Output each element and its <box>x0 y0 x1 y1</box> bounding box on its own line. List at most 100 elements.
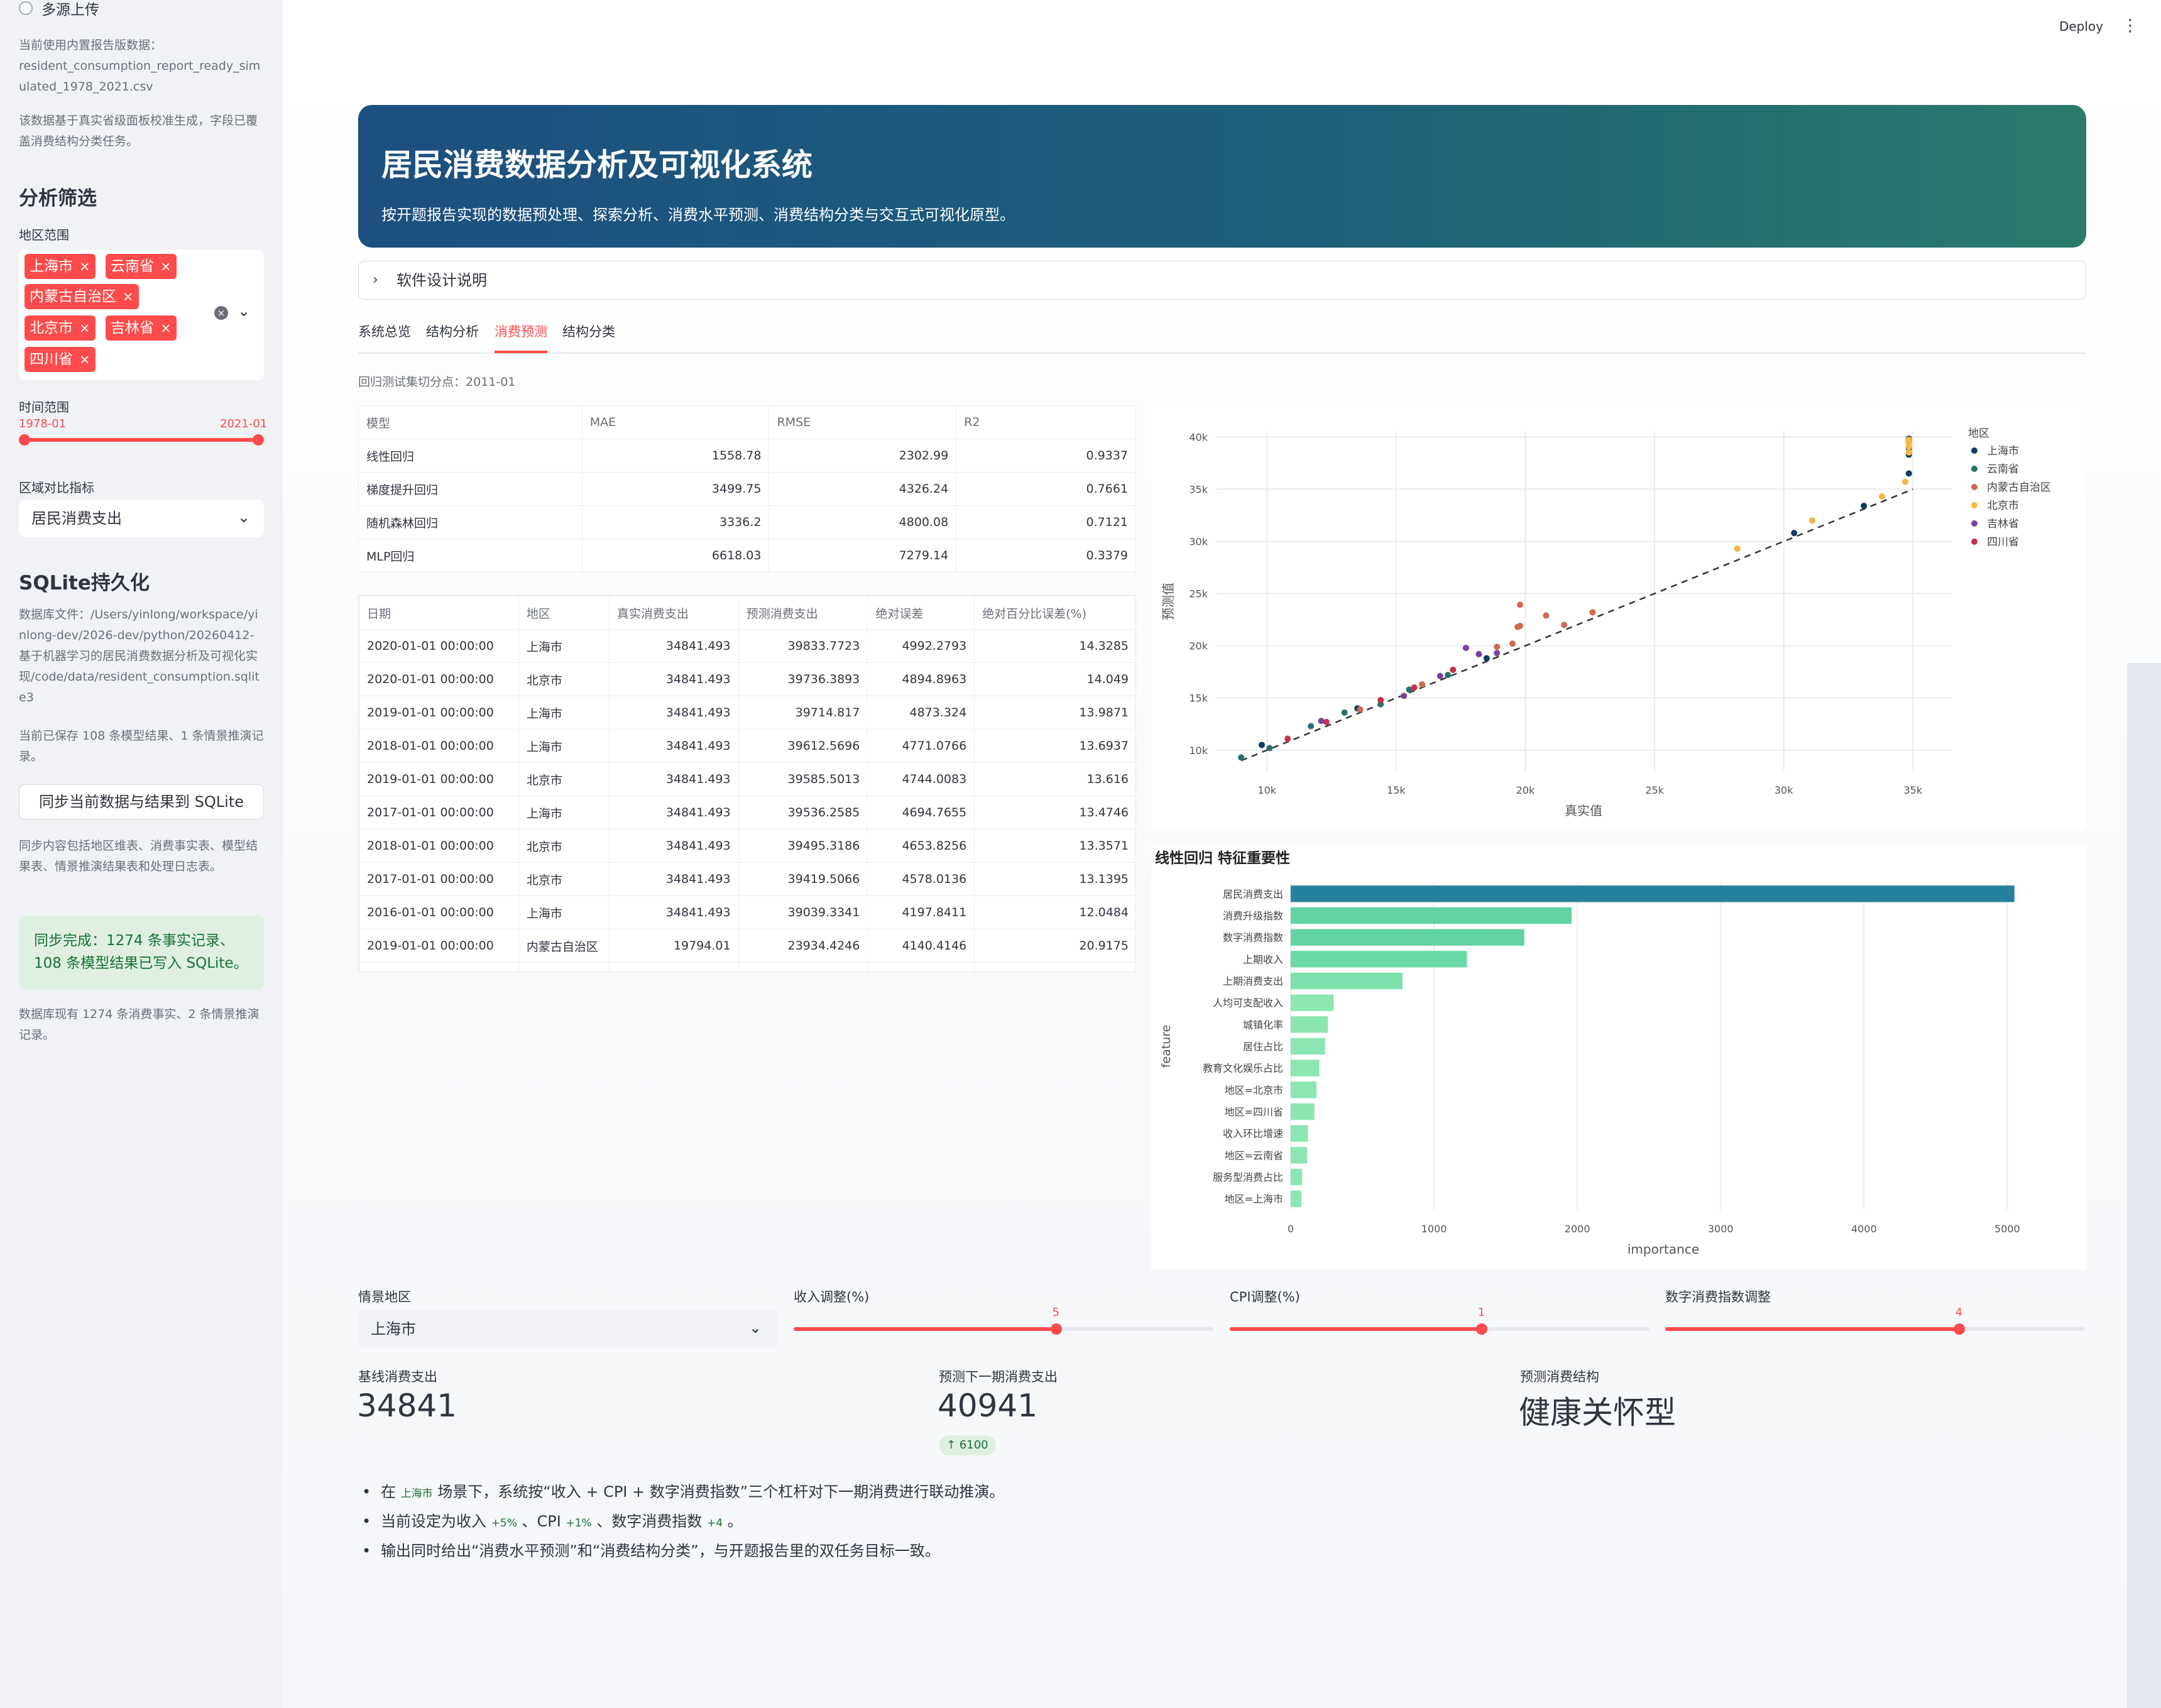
scatter-point[interactable] <box>1905 470 1912 477</box>
column-header[interactable]: 模型 <box>358 405 583 439</box>
region-tag[interactable]: 四川省 × <box>25 347 96 372</box>
table-row[interactable]: 2016-01-01 00:00:00北京市34841.49338515.595… <box>359 962 1135 972</box>
scatter-point[interactable] <box>1791 530 1798 537</box>
time-start-handle[interactable] <box>19 434 30 446</box>
scatter-point[interactable] <box>1462 644 1469 651</box>
scatter-point[interactable] <box>1517 601 1524 608</box>
importance-bar[interactable] <box>1291 951 1467 968</box>
table-row[interactable]: 2018-01-01 00:00:00 北京市 34841.493 39495.318… <box>359 829 1135 863</box>
importance-bar[interactable] <box>1291 972 1403 990</box>
scatter-point[interactable] <box>1341 709 1348 716</box>
scatter-point[interactable] <box>1589 609 1596 616</box>
region-tag[interactable]: 吉林省 × <box>106 315 177 341</box>
table-row[interactable]: 2016-01-01 00:00:00 上海市 34841.493 39039.334… <box>359 895 1135 929</box>
importance-bar[interactable] <box>1291 1103 1315 1120</box>
importance-bar[interactable] <box>1291 907 1572 924</box>
cpi-adjust-slider-handle[interactable] <box>1475 1323 1487 1335</box>
scatter-point[interactable] <box>1436 672 1443 679</box>
region-tag[interactable]: 内蒙古自治区 × <box>25 284 139 309</box>
scatter-point[interactable] <box>1543 612 1550 619</box>
importance-bar[interactable] <box>1291 1147 1308 1164</box>
scatter-point[interactable] <box>1483 655 1490 662</box>
region-tag[interactable]: 北京市 × <box>25 315 96 341</box>
legend-marker[interactable] <box>1971 447 1978 454</box>
scatter-point[interactable] <box>1905 449 1912 456</box>
compare-select[interactable]: 居民消费支出 ⌄ <box>19 500 264 537</box>
remove-tag-icon[interactable]: × <box>123 289 134 304</box>
income-adjust-slider-handle[interactable] <box>1050 1323 1062 1335</box>
scatter-point[interactable] <box>1878 493 1885 500</box>
scatter-point[interactable] <box>1509 640 1516 647</box>
chevron-down-icon[interactable]: ⌄ <box>238 498 250 536</box>
feature-importance-chart[interactable]: 线性回归 特征重要性 0 1000 2000 3000 4000 5000 居民消费支出消费升… <box>1151 844 2086 1269</box>
legend-marker[interactable] <box>1971 466 1978 472</box>
table-row[interactable]: 2019-01-01 00:00:00 上海市 34841.493 39714.817… <box>359 696 1135 730</box>
radio-multi-source-upload[interactable]: 多源上传 <box>19 0 99 18</box>
legend-marker[interactable] <box>1971 502 1978 508</box>
tab-forecast[interactable]: 消费预测 <box>495 322 547 341</box>
tab-structure-analysis[interactable]: 结构分析 <box>426 322 479 341</box>
region-multiselect[interactable]: 上海市 × 云南省 × 内蒙古自治区 × 北京市 × 吉林省 × 四川省 × × ⌄ <box>19 249 264 380</box>
remove-tag-icon[interactable]: × <box>160 259 172 274</box>
importance-bar[interactable] <box>1291 1190 1302 1207</box>
scatter-point[interactable] <box>1494 643 1501 650</box>
column-header[interactable]: 地区 <box>518 596 610 630</box>
scatter-point[interactable] <box>1377 697 1384 704</box>
scatter-point[interactable] <box>1284 735 1291 742</box>
digital-adjust-slider-handle[interactable] <box>1953 1323 1965 1335</box>
importance-bar[interactable] <box>1291 1037 1325 1055</box>
importance-bar[interactable] <box>1291 885 2015 902</box>
table-row[interactable]: 梯度提升回归 3499.75 4326.24 0.7661 <box>358 472 1136 506</box>
legend-marker[interactable] <box>1971 520 1978 527</box>
region-tag[interactable]: 云南省 × <box>106 254 177 279</box>
importance-bar[interactable] <box>1291 1168 1303 1186</box>
chevron-down-icon[interactable]: ⌄ <box>749 1309 762 1347</box>
importance-bar[interactable] <box>1291 929 1524 946</box>
scatter-chart[interactable]: 10k 15k 20k 25k 30k 35k 40k 10k 15k 20k 25k 30k 35k 真… <box>1151 405 2086 829</box>
table-row[interactable]: 2020-01-01 00:00:00 上海市 34841.493 39833.772… <box>359 629 1135 663</box>
legend-marker[interactable] <box>1971 539 1978 545</box>
legend-marker[interactable] <box>1971 484 1978 490</box>
scatter-point[interactable] <box>1445 672 1452 679</box>
scatter-point[interactable] <box>1323 718 1330 725</box>
scatter-point[interactable] <box>1259 742 1266 748</box>
chevron-right-icon[interactable]: › <box>373 261 378 299</box>
importance-bar[interactable] <box>1291 1125 1308 1142</box>
importance-bar[interactable] <box>1291 1081 1317 1098</box>
table-row[interactable]: 2019-01-01 00:00:00 北京市 34841.493 39585.501… <box>359 762 1135 796</box>
sync-sqlite-button[interactable]: 同步当前数据与结果到 SQLite <box>19 784 264 819</box>
scatter-point[interactable] <box>1450 666 1457 673</box>
more-menu-icon[interactable]: ⋮ <box>2122 16 2138 35</box>
scatter-point[interactable] <box>1808 517 1815 524</box>
tab-overview[interactable]: 系统总览 <box>358 322 411 341</box>
scatter-point[interactable] <box>1266 745 1273 752</box>
tab-classification[interactable]: 结构分类 <box>562 322 615 341</box>
prediction-table-container[interactable]: 日期 地区 真实消费支出 预测消费支出 绝对误差 绝对百分比误差(%) 2020… <box>358 595 1136 972</box>
legend-label[interactable]: 四川省 <box>1987 536 2019 549</box>
table-row[interactable]: 随机森林回归 3336.2 4800.08 0.7121 <box>358 505 1136 539</box>
region-tag[interactable]: 上海市 × <box>25 254 96 279</box>
scatter-point[interactable] <box>1517 623 1524 630</box>
table-row[interactable]: 2019-01-01 00:00:00 内蒙古自治区 19794.01 23934.4… <box>359 929 1135 963</box>
scatter-point[interactable] <box>1905 436 1912 443</box>
table-row[interactable]: 2017-01-01 00:00:00 上海市 34841.493 39536.258… <box>359 796 1135 829</box>
column-header[interactable]: R2 <box>956 405 1136 439</box>
column-header[interactable]: RMSE <box>769 405 957 439</box>
scatter-point[interactable] <box>1475 650 1482 657</box>
legend-label[interactable]: 吉林省 <box>1987 518 2019 530</box>
table-row[interactable]: 2018-01-01 00:00:00 上海市 34841.493 39612.569… <box>359 729 1135 763</box>
clear-all-icon[interactable]: × <box>214 306 228 320</box>
remove-tag-icon[interactable]: × <box>79 259 90 274</box>
legend-label[interactable]: 北京市 <box>1987 500 2019 512</box>
radio-circle-icon[interactable] <box>19 1 33 15</box>
column-header[interactable]: MAE <box>581 405 770 439</box>
scrollbar-track[interactable] <box>2127 663 2161 1708</box>
remove-tag-icon[interactable]: × <box>79 352 90 367</box>
importance-bar[interactable] <box>1291 1059 1320 1076</box>
scatter-point[interactable] <box>1411 684 1418 691</box>
scatter-point[interactable] <box>1494 650 1501 657</box>
scatter-point[interactable] <box>1357 706 1364 713</box>
remove-tag-icon[interactable]: × <box>160 320 172 336</box>
table-row[interactable]: 线性回归 1558.78 2302.99 0.9337 <box>358 439 1136 473</box>
importance-bar[interactable] <box>1291 994 1334 1011</box>
